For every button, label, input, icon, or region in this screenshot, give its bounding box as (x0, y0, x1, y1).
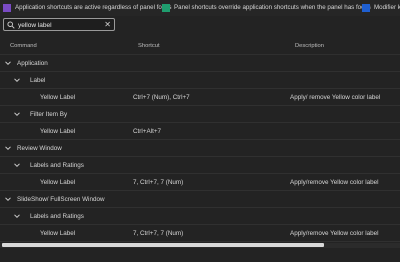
legend-swatch-green (162, 4, 170, 12)
row-command: Filter Item By (30, 111, 68, 118)
clear-search-icon[interactable]: ✕ (104, 19, 111, 30)
search-icon (7, 21, 15, 29)
legend-panel: Panel shortcuts override application sho… (162, 0, 371, 16)
horizontal-scrollbar[interactable] (0, 243, 400, 248)
tree-row-application[interactable]: Application (0, 55, 400, 72)
chevron-down-icon[interactable] (13, 161, 21, 169)
search-box[interactable]: ✕ (3, 18, 115, 31)
chevron-down-icon[interactable] (13, 76, 21, 84)
row-command: Labels and Ratings (30, 213, 84, 220)
row-command: Labels and Ratings (30, 162, 84, 169)
row-shortcut[interactable]: Ctrl+7 (Num), Ctrl+7 (133, 89, 190, 106)
chevron-down-icon[interactable] (4, 144, 12, 152)
table-row[interactable]: Yellow Label 7, Ctrl+7, 7 (Num) Apply/re… (0, 174, 400, 191)
shortcut-legend: Application shortcuts are active regardl… (0, 0, 400, 16)
row-command: Review Window (17, 145, 62, 152)
legend-label: Panel shortcuts override application sho… (174, 4, 371, 11)
legend-application: Application shortcuts are active regardl… (3, 0, 172, 16)
legend-swatch-blue (362, 4, 370, 12)
row-shortcut[interactable]: 7, Ctrl+7, 7 (Num) (133, 174, 183, 191)
table-row[interactable]: Yellow Label 7, Ctrl+7, 7 (Num) Apply/re… (0, 225, 400, 242)
row-command: Yellow Label (40, 179, 76, 186)
legend-label: Application shortcuts are active regardl… (15, 4, 172, 11)
chevron-down-icon[interactable] (13, 110, 21, 118)
row-shortcut[interactable]: Ctrl+Alt+7 (133, 123, 161, 140)
column-header-shortcut[interactable]: Shortcut (138, 38, 160, 54)
row-shortcut[interactable]: 7, Ctrl+7, 7 (Num) (133, 225, 183, 242)
table-header: Command Shortcut Description (0, 38, 400, 55)
row-command: Yellow Label (40, 230, 76, 237)
row-description: Apply/remove Yellow color label (290, 230, 379, 237)
tree-row-filter-item-by[interactable]: Filter Item By (0, 106, 400, 123)
scrollbar-thumb[interactable] (2, 243, 324, 247)
tree-row-slideshow-fullscreen-window[interactable]: SlideShow/ FullScreen Window (0, 191, 400, 208)
row-command: Label (30, 77, 46, 84)
column-header-command[interactable]: Command (10, 38, 37, 54)
chevron-down-icon[interactable] (4, 59, 12, 67)
tree-row-review-window[interactable]: Review Window (0, 140, 400, 157)
row-command: Yellow Label (40, 128, 76, 135)
legend-swatch-purple (3, 4, 11, 12)
search-input[interactable] (18, 20, 100, 30)
tree-row-labels-and-ratings[interactable]: Labels and Ratings (0, 157, 400, 174)
chevron-down-icon[interactable] (4, 195, 12, 203)
column-header-description[interactable]: Description (295, 38, 324, 54)
tree-row-label[interactable]: Label (0, 72, 400, 89)
row-command: Application (17, 60, 48, 67)
row-command: SlideShow/ FullScreen Window (17, 196, 105, 203)
row-command: Yellow Label (40, 94, 76, 101)
row-description: Apply/remove Yellow color label (290, 179, 379, 186)
table-row[interactable]: Yellow Label Ctrl+7 (Num), Ctrl+7 Apply/… (0, 89, 400, 106)
legend-label: Modifier ke (374, 4, 400, 11)
legend-modifier: Modifier ke (362, 0, 400, 16)
row-description: Apply/ remove Yellow color label (290, 94, 381, 101)
tree-row-labels-and-ratings[interactable]: Labels and Ratings (0, 208, 400, 225)
table-row[interactable]: Yellow Label Ctrl+Alt+7 (0, 123, 400, 140)
chevron-down-icon[interactable] (13, 212, 21, 220)
